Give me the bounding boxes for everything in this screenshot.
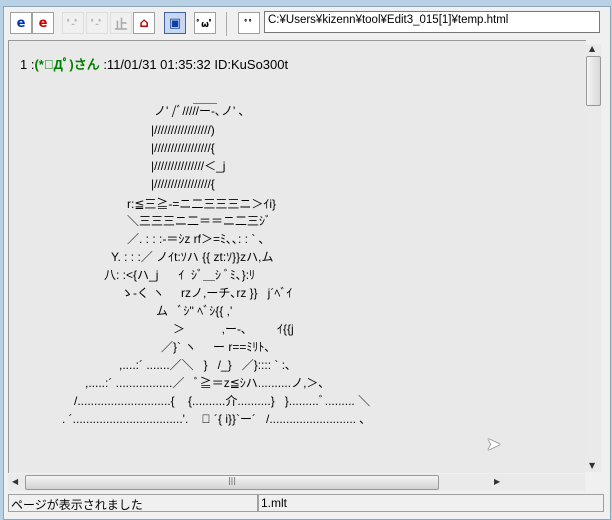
- ascii-art-line: ／}` ヽ ー r==ﾐﾘﾄ､: [161, 340, 271, 354]
- post-meta: :11/01/31 01:35:32 ID:KuSo300t: [99, 57, 289, 72]
- horizontal-scroll-thumb[interactable]: |||: [25, 475, 439, 490]
- scroll-right-icon[interactable]: ▶: [494, 477, 500, 486]
- ascii-art-line: r:≦三≧-=ニ二三三三ニ＞ｲi}: [127, 197, 277, 211]
- content-area: 1 :(*ﾟДﾟ)さん :11/01/31 01:35:32 ID:KuSo30…: [8, 40, 586, 473]
- windows-button[interactable]: ▣: [164, 12, 186, 34]
- ie-red-button[interactable]: e: [32, 12, 54, 34]
- cat-forward-button[interactable]: ﾟ-ﾟ: [86, 12, 108, 34]
- horizontal-scrollbar[interactable]: ◀ ||| ▶: [8, 474, 585, 491]
- cat-forward-icon: ﾟ-ﾟ: [90, 19, 104, 30]
- toolbar-separator: [226, 12, 227, 36]
- scroll-up-icon[interactable]: ▲: [589, 44, 595, 53]
- post-header: 1 :(*ﾟДﾟ)さん :11/01/31 01:35:32 ID:KuSo30…: [20, 54, 288, 73]
- cat-face-icon: ﾟωﾟ: [196, 19, 214, 30]
- address-field[interactable]: C:¥Users¥kizenn¥tool¥Edit3_015[1]¥temp.h…: [264, 11, 600, 33]
- ascii-art-line: ＼三三三ニ二＝＝ニ二三ｼﾞ: [127, 214, 272, 228]
- ascii-art-line: ＞ ,ー‐､ ｲ{{j: [173, 322, 294, 336]
- scroll-down-icon[interactable]: ▼: [589, 461, 595, 470]
- cat-face-small-button[interactable]: ﾟﾟ: [238, 12, 260, 34]
- ie-blue-icon: e: [16, 15, 26, 31]
- ascii-art-line: |/////////////////{: [151, 177, 215, 191]
- home-button[interactable]: ⌂: [133, 12, 155, 34]
- ascii-art-line: /............................{ {........…: [74, 394, 371, 408]
- status-file: 1.mlt: [258, 494, 604, 512]
- ascii-art-line: ノ' /ﾞ/////ー‐､ノ' ､: [154, 104, 245, 118]
- cat-back-button[interactable]: ﾟ-ﾟ: [62, 12, 84, 34]
- ascii-art-line: 八: :<{ハ_j ｲ ｼﾞ＿ｼ ﾞﾐ､}:ﾘ: [104, 268, 256, 282]
- ascii-art-line: |/////////////////): [151, 123, 215, 137]
- windows-icon: ▣: [168, 15, 182, 31]
- post-author: (*ﾟДﾟ)さん: [34, 57, 100, 72]
- status-message: ページが表示されました: [8, 494, 258, 512]
- ascii-art-line: |/////////////////{: [151, 141, 215, 155]
- ascii-art-line: ,.....:´ .................／ ﾞ≧＝z≦ｼハ.....…: [85, 376, 325, 390]
- ie-red-icon: e: [38, 15, 48, 31]
- stop-button[interactable]: 止: [110, 12, 132, 34]
- ascii-art-line: ,....:´ .......／＼ } /_} ／}:::: ` :､: [119, 358, 292, 372]
- ascii-art-line: ム ﾞｼ'' ﾍﾞｼ{{ ,': [156, 304, 233, 318]
- vertical-scroll-thumb[interactable]: [586, 56, 601, 106]
- ascii-art-line: ／. : : :-＝ｼz rf＞=ﾐ､､: : ` ､: [127, 232, 265, 246]
- ie-blue-button[interactable]: e: [10, 12, 32, 34]
- scroll-left-icon[interactable]: ◀: [12, 477, 18, 486]
- ascii-art-line: ＿＿: [193, 91, 218, 105]
- cat-face-small-icon: ﾟﾟ: [244, 19, 254, 30]
- vertical-scrollbar[interactable]: ▲ ▼: [585, 44, 601, 472]
- cat-back-icon: ﾟ-ﾟ: [66, 19, 80, 30]
- ascii-art-line: |///////////////＜_j: [151, 159, 226, 173]
- stop-icon: 止: [114, 17, 128, 33]
- ascii-art-line: ゝ-く ヽ rzノ,ーチ､rz }} j´ﾍﾞｲ: [121, 286, 293, 300]
- mouse-cursor-icon: ➤: [486, 434, 502, 455]
- ascii-art-line: . ´.................................'. ﾞ…: [62, 412, 366, 426]
- home-icon: ⌂: [139, 15, 149, 31]
- ascii-art-line: Y. : : :／ ノｲt:ｿハ {{ zt:ｿ}}zハ,ム: [111, 250, 274, 264]
- cat-face-button[interactable]: ﾟωﾟ: [194, 12, 216, 34]
